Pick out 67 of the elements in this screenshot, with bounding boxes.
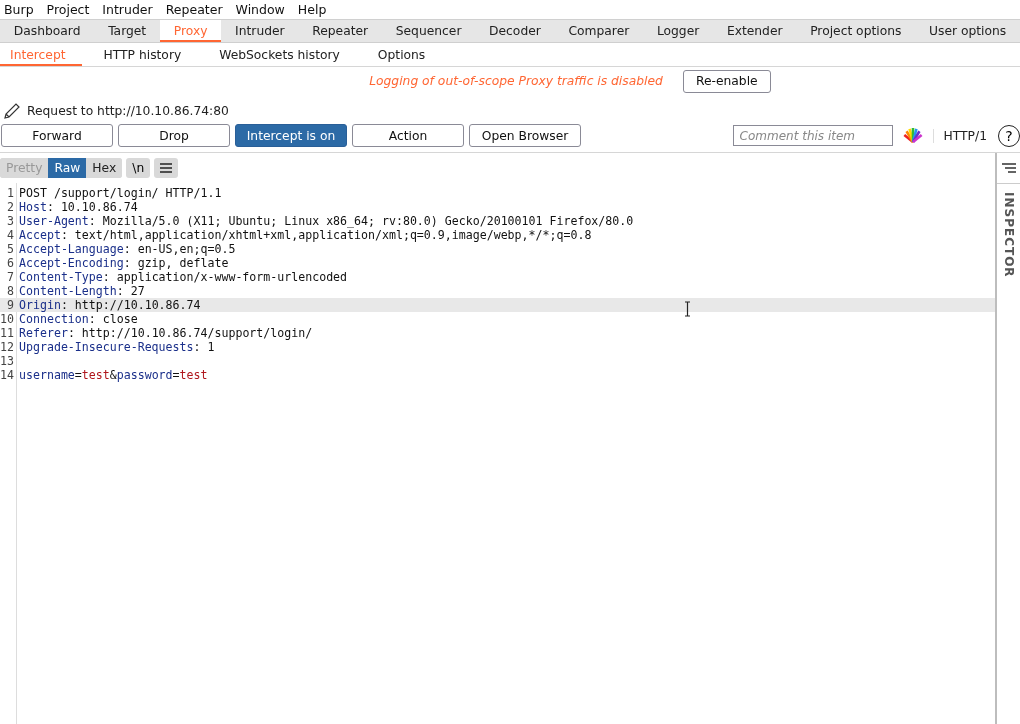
code-line: Host: 10.10.86.74: [19, 200, 138, 214]
menu-item[interactable]: Repeater: [165, 2, 230, 17]
text-cursor-icon: [684, 301, 691, 317]
line-number: 11: [0, 326, 15, 340]
menu-item[interactable]: Intruder: [102, 2, 160, 17]
comment-field[interactable]: Comment this item: [732, 125, 893, 146]
line-number: 8: [6, 284, 15, 298]
code-line: Connection: close: [19, 312, 138, 326]
help-button[interactable]: ?: [998, 124, 1020, 147]
code-line: Upgrade-Insecure-Requests: 1: [19, 340, 215, 354]
line-number: 14: [0, 368, 15, 382]
menu-item[interactable]: Help: [297, 2, 334, 17]
line-number: 10: [0, 312, 15, 326]
subtab[interactable]: Options: [361, 43, 442, 66]
request-label: Request to http://10.10.86.74:80: [27, 104, 229, 118]
line-number: 4: [6, 228, 15, 242]
tab[interactable]: User options: [915, 20, 1020, 42]
line-number: 7: [6, 270, 15, 284]
code-line: Accept: text/html,application/xhtml+xml,application/xml;q=0.9,image/webp,*/*;q=0.8: [19, 228, 592, 242]
color-fan-icon[interactable]: [901, 125, 924, 143]
tab[interactable]: Sequencer: [381, 20, 476, 42]
tab[interactable]: Extender: [713, 20, 797, 42]
menu-item[interactable]: Burp: [4, 2, 41, 17]
code-line: User-Agent: Mozilla/5.0 (X11; Ubuntu; Linux x86_64; rv:80.0) Gecko/20100101 Firefox/80.0: [19, 214, 634, 228]
line-number: 1: [6, 186, 15, 200]
tab[interactable]: Project options: [796, 20, 916, 42]
tab[interactable]: Decoder: [475, 20, 555, 42]
menu-icon: [160, 163, 173, 173]
tab[interactable]: Target: [94, 20, 160, 42]
code-line: POST /support/login/ HTTP/1.1: [19, 186, 222, 200]
tab[interactable]: Comparer: [554, 20, 644, 42]
newline-toggle[interactable]: \n: [126, 158, 151, 178]
action-button[interactable]: Action: [352, 124, 464, 147]
action-button[interactable]: Drop: [118, 124, 230, 147]
tab[interactable]: Intruder: [221, 20, 299, 42]
tab[interactable]: Logger: [643, 20, 714, 42]
code-line: Content-Length: 27: [19, 284, 145, 298]
line-number: 6: [6, 256, 15, 270]
action-button[interactable]: Forward: [1, 124, 113, 147]
notice-text: Logging of out-of-scope Proxy traffic is disabled: [369, 74, 663, 88]
code-line: Accept-Language: en-US,en;q=0.5: [19, 242, 236, 256]
code-line: username=test&password=test: [19, 368, 208, 382]
pencil-icon: [3, 102, 21, 120]
action-button[interactable]: Open Browser: [469, 124, 581, 147]
tab[interactable]: Dashboard: [0, 20, 95, 42]
code-line: Accept-Encoding: gzip, deflate: [19, 256, 229, 270]
code-line: Content-Type: application/x-www-form-urlencoded: [19, 270, 348, 284]
view-tab[interactable]: Raw: [48, 158, 87, 178]
line-number: 5: [6, 242, 15, 256]
code-line: Origin: http://10.10.86.74: [19, 298, 201, 312]
line-number: 12: [0, 340, 15, 354]
tab[interactable]: Repeater: [298, 20, 382, 42]
menu-item[interactable]: Window: [235, 2, 292, 17]
line-number: 2: [6, 200, 15, 214]
subtab[interactable]: HTTP history: [87, 43, 198, 66]
code-line: Referer: http://10.10.86.74/support/login/: [19, 326, 313, 340]
reenable-button[interactable]: Re-enable: [682, 69, 771, 93]
line-number: 3: [6, 214, 15, 228]
menu-item[interactable]: Project: [46, 2, 97, 17]
inspector-tab[interactable]: INSPECTOR: [1001, 192, 1016, 278]
line-number: 9: [6, 298, 15, 312]
action-button[interactable]: Intercept is on: [235, 124, 347, 147]
line-number: 13: [0, 354, 15, 368]
menu-icon[interactable]: [1001, 163, 1016, 173]
subtab[interactable]: WebSockets history: [203, 43, 356, 66]
menu-button[interactable]: [154, 158, 179, 178]
protocol-label[interactable]: HTTP/1: [932, 128, 987, 143]
